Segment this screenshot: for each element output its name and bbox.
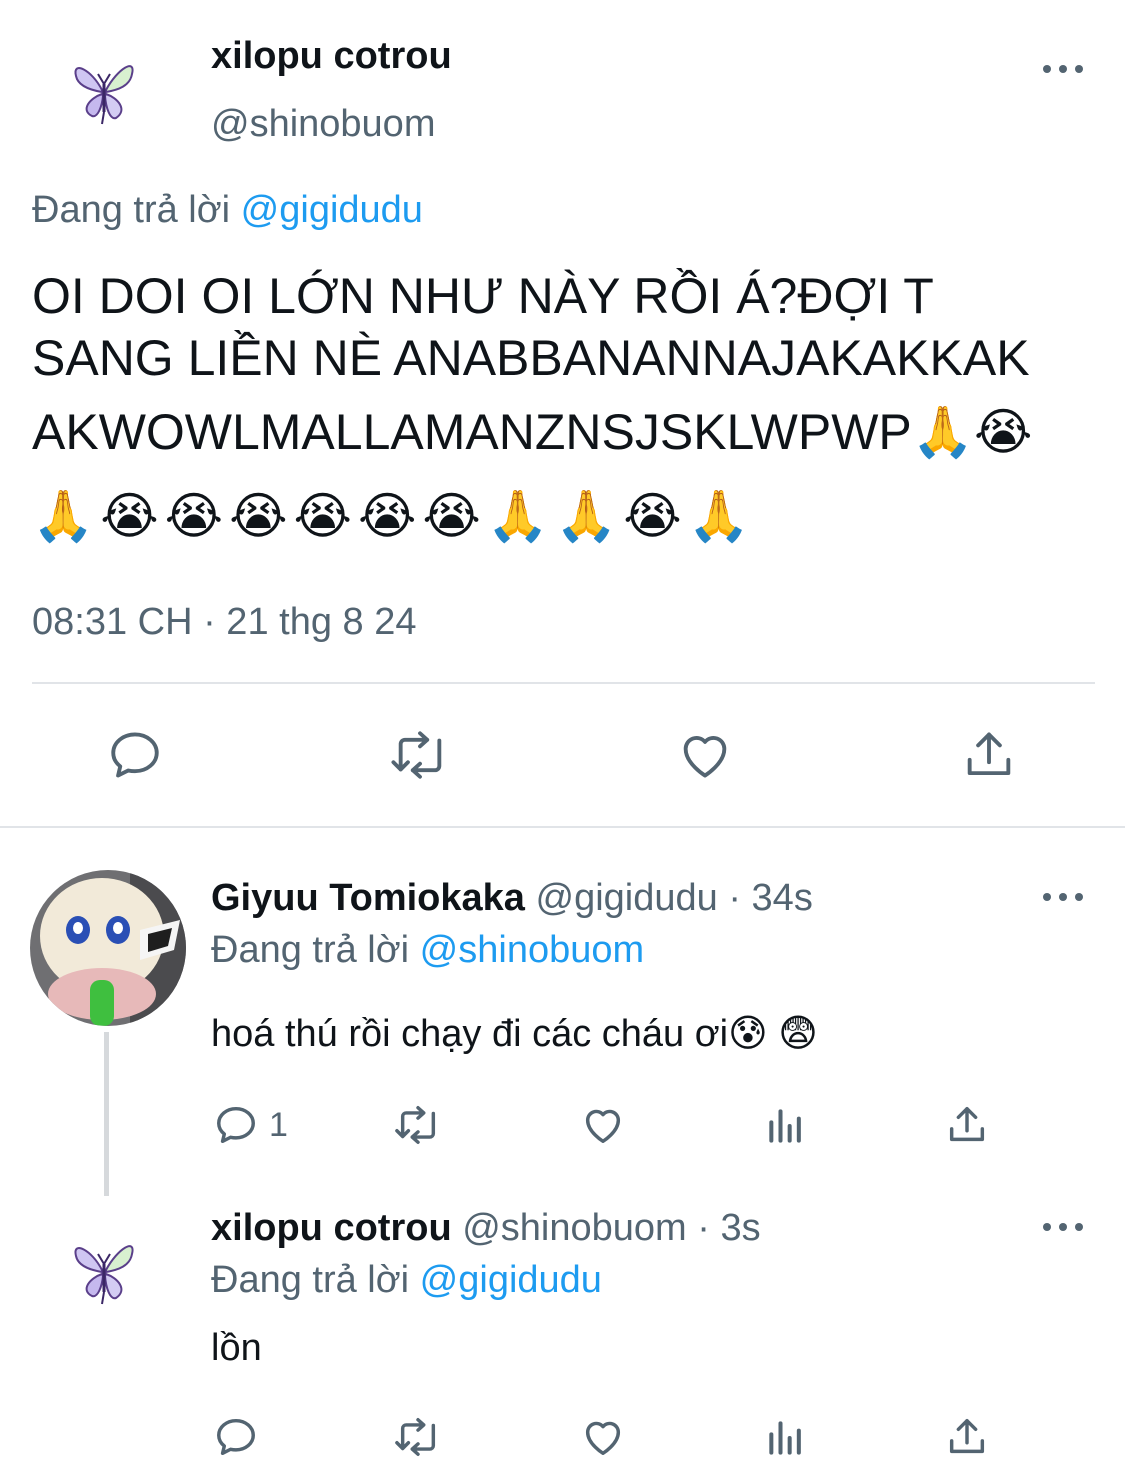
retweet-button[interactable] [392,1102,444,1148]
replying-prefix: Đang trả lời [211,929,410,971]
share-button[interactable] [960,726,1018,784]
reply-button[interactable] [106,726,164,784]
like-button[interactable] [676,726,734,784]
replying-to: Đang trả lời @gigidudu [32,188,423,232]
reply-icon [111,732,159,778]
replying-to-link[interactable]: @shinobuom [420,929,644,971]
replying-to: Đang trả lời @shinobuom [211,928,644,972]
avatar[interactable] [30,870,186,1026]
timestamp[interactable]: 08:31 CH · 21 thg 8 24 [32,600,416,644]
display-name[interactable]: xilopu cotrou [211,1207,452,1249]
plush-avatar-icon [30,870,186,1026]
reply-count: 1 [269,1105,288,1144]
separator: · [697,1207,710,1249]
share-button[interactable] [944,1102,990,1148]
handle[interactable]: @shinobuom [462,1207,686,1249]
views-button[interactable] [764,1416,808,1460]
reply-text: hoá thú rồi chạy đi các cháu ơi😰 😨 [211,1013,818,1055]
avatar[interactable] [62,50,148,136]
views-icon [769,1109,801,1143]
replying-to: Đang trả lời @gigidudu [211,1258,602,1302]
time[interactable]: 34s [752,877,813,919]
like-button[interactable] [580,1414,626,1460]
replying-prefix: Đang trả lời [211,1259,410,1301]
reply-icon [217,1106,255,1144]
like-button[interactable] [580,1102,626,1148]
retweet-icon [391,731,442,779]
more-options-icon[interactable] [1043,1221,1083,1233]
time[interactable]: 3s [720,1207,760,1249]
like-icon [585,1421,621,1456]
tweet-text-line-3: AKWOWLMALLAMANZNSJSKLWPWP🙏😭 [32,404,1033,460]
views-button[interactable] [764,1104,808,1148]
reply-text: lồn [211,1327,262,1369]
reply-header: xilopu cotrou @shinobuom · 3s [211,1206,761,1250]
share-icon [949,1418,985,1454]
butterfly-icon [74,65,134,125]
retweet-button[interactable] [388,726,452,784]
handle[interactable]: @shinobuom [211,102,435,146]
reply-button[interactable]: 1 [213,1102,288,1148]
replying-to-link[interactable]: @gigidudu [420,1259,602,1301]
more-options-icon[interactable] [1043,63,1083,75]
retweet-icon [395,1418,436,1456]
reply-header: Giyuu Tomiokaka @gigidudu · 34s [211,876,813,920]
butterfly-icon [74,1245,134,1305]
separator: · [728,877,741,919]
replying-prefix: Đang trả lời [32,189,231,231]
divider [32,682,1095,684]
retweet-icon [395,1106,436,1144]
thread-line [104,1032,109,1196]
replying-to-link[interactable]: @gigidudu [241,189,423,231]
tweet-text-line-1: OI DOI OI LỚN NHƯ NÀY RỒI Á?ĐỢI T [32,268,934,324]
like-icon [683,736,727,778]
retweet-button[interactable] [392,1414,444,1460]
like-icon [585,1109,621,1144]
avatar[interactable] [62,1230,148,1316]
more-options-icon[interactable] [1043,891,1083,903]
display-name[interactable]: Giyuu Tomiokaka [211,877,525,919]
handle[interactable]: @gigidudu [536,877,718,919]
tweet-emoji-line: 🙏😭😭😭😭😭😭🙏🙏😭🙏 [32,488,756,544]
share-button[interactable] [944,1414,990,1460]
share-icon [949,1106,985,1142]
reply-icon [217,1418,255,1456]
views-icon [769,1421,801,1455]
display-name[interactable]: xilopu cotrou [211,34,452,78]
section-divider [0,826,1125,828]
tweet-text-line-2: SANG LIỀN NÈ ANABBANANNAJAKAKKAK [32,330,1030,386]
share-icon [967,732,1011,776]
reply-button[interactable] [213,1414,259,1460]
